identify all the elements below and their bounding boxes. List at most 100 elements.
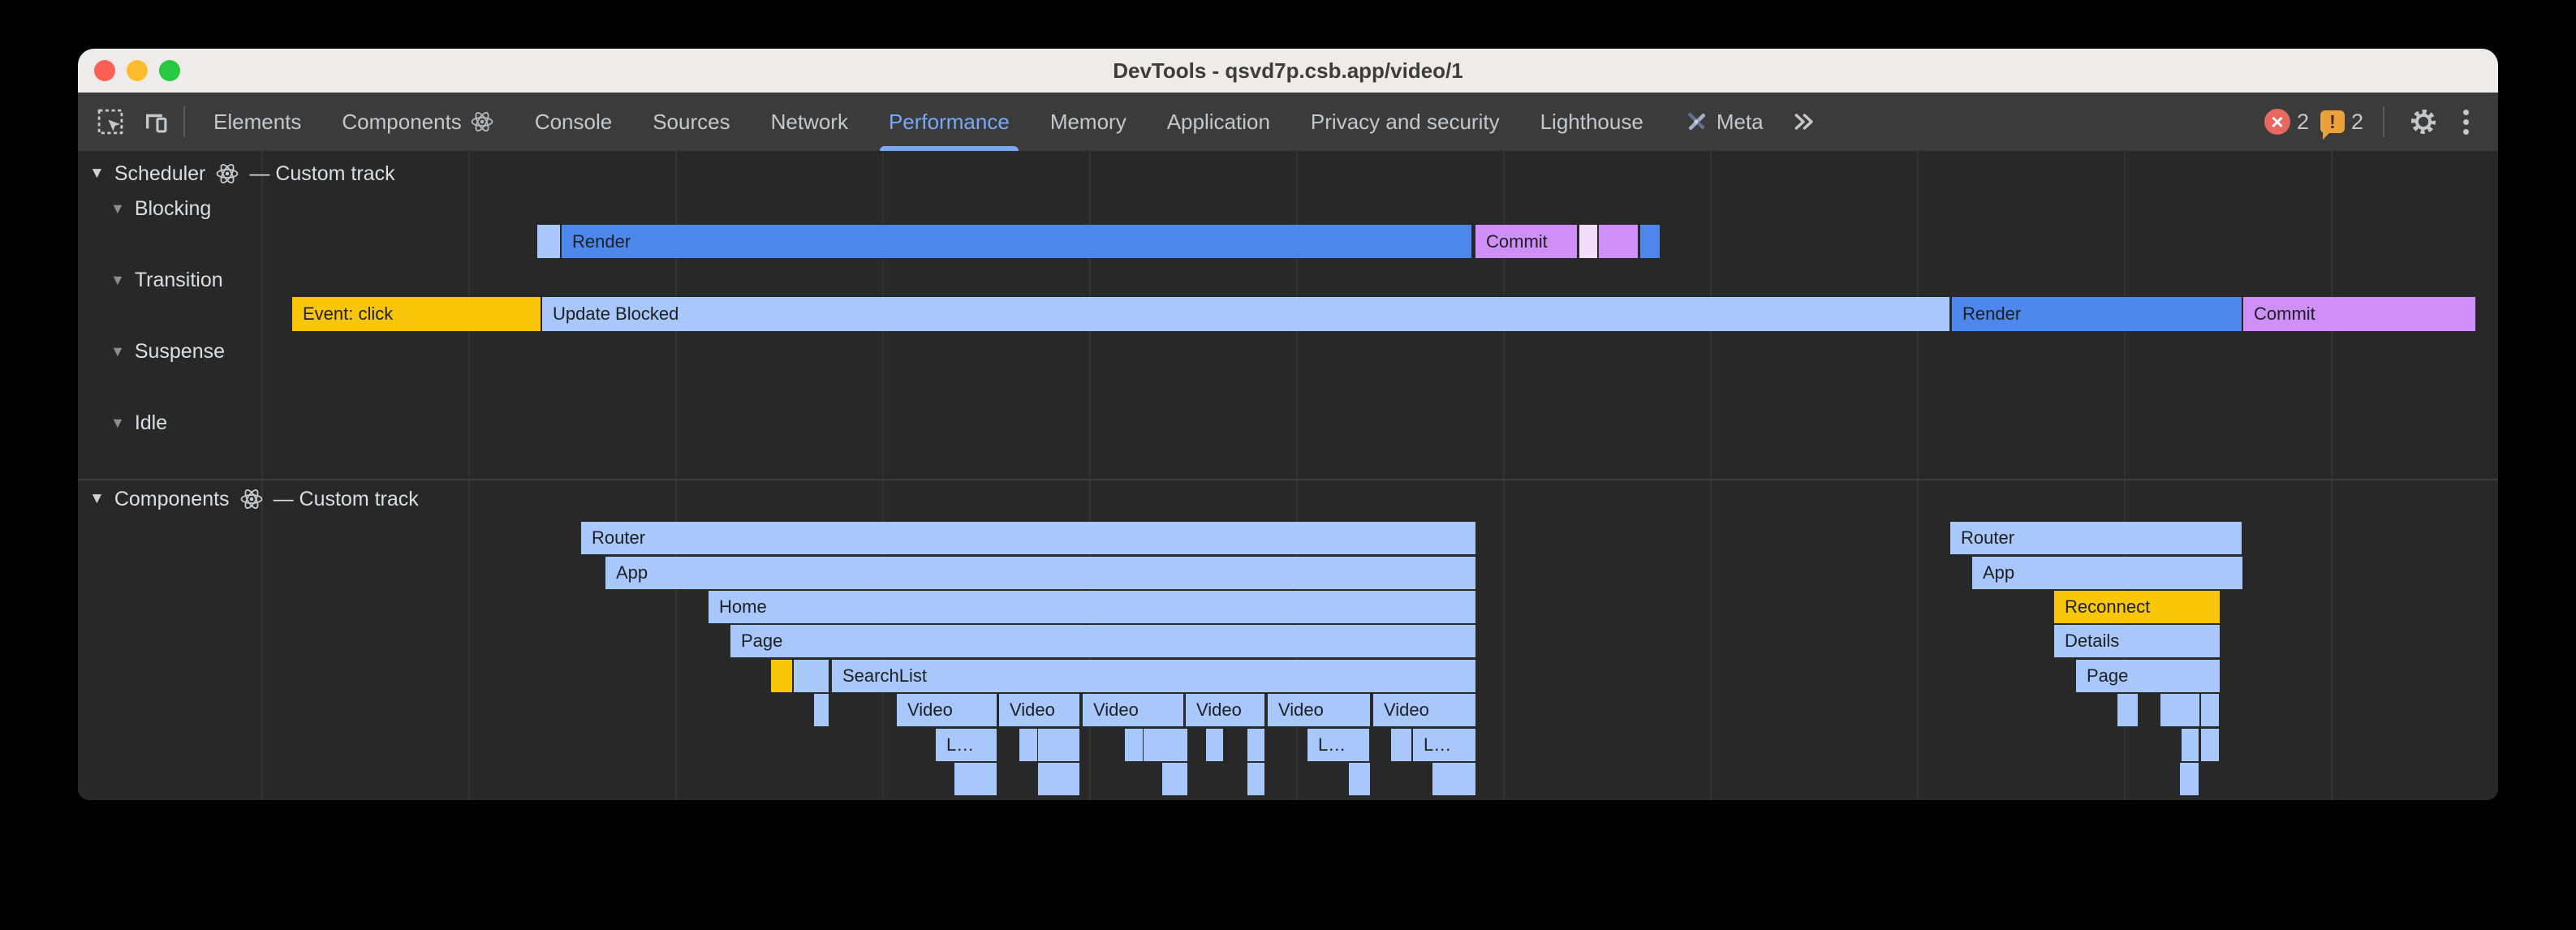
flame-bar-label: Page (730, 631, 782, 652)
inspect-element-button[interactable] (91, 102, 130, 141)
flame-bar-page[interactable]: Page (730, 625, 1475, 657)
track-row-idle[interactable]: ▼Idle (110, 407, 167, 439)
tab-label: Console (535, 110, 612, 135)
kebab-menu-icon (2463, 119, 2469, 125)
track-header-components[interactable]: ▼Components — Custom track (89, 483, 419, 515)
more-options-button[interactable] (2454, 102, 2477, 141)
flame-bar[interactable] (1247, 763, 1264, 795)
tab-performance[interactable]: Performance (868, 93, 1030, 151)
flame-bar-video[interactable]: Video (999, 694, 1079, 726)
settings-button[interactable] (2404, 102, 2443, 141)
flame-bar-commit[interactable]: Commit (2243, 297, 2475, 331)
flame-bar[interactable] (2160, 694, 2199, 726)
flame-bar-video[interactable]: Video (1268, 694, 1370, 726)
flame-bar[interactable] (2182, 729, 2199, 761)
flame-bar[interactable] (814, 694, 829, 726)
device-toolbar-icon (142, 108, 170, 136)
flame-bar-video[interactable]: Video (897, 694, 997, 726)
tools-icon (1684, 110, 1708, 134)
toolbar-separator (2383, 106, 2384, 137)
flame-bar-app[interactable]: App (1972, 557, 2242, 589)
row-label-text: Blocking (135, 197, 212, 221)
flame-bar[interactable] (1640, 225, 1660, 258)
flame-bar[interactable] (1038, 729, 1079, 761)
fullscreen-window-button[interactable] (159, 60, 180, 81)
flame-bar-home[interactable]: Home (709, 591, 1475, 623)
console-warnings-badge[interactable]: ! 2 (2320, 110, 2363, 135)
flame-bar-l[interactable]: L… (936, 729, 997, 761)
tab-lighthouse[interactable]: Lighthouse (1520, 93, 1664, 151)
flame-bar[interactable] (1599, 225, 1638, 258)
flame-bar-render[interactable]: Render (562, 225, 1471, 258)
tab-label: Sources (653, 110, 730, 135)
tab-privacy-and-security[interactable]: Privacy and security (1290, 93, 1520, 151)
flame-bar[interactable] (954, 763, 997, 795)
collapse-triangle-icon[interactable]: ▼ (110, 415, 125, 432)
flame-bar-commit[interactable]: Commit (1475, 225, 1577, 258)
performance-flame-chart: ▼Scheduler — Custom track▼Blocking▼Trans… (78, 151, 2498, 800)
flame-bar[interactable] (2180, 763, 2199, 795)
flame-bar-l[interactable]: L… (1413, 729, 1475, 761)
flame-bar-searchlist[interactable]: SearchList (832, 660, 1475, 692)
flame-bar-reconnect[interactable]: Reconnect (2054, 591, 2220, 623)
track-header-scheduler[interactable]: ▼Scheduler — Custom track (89, 157, 395, 190)
close-window-button[interactable] (94, 60, 115, 81)
tab-application[interactable]: Application (1147, 93, 1290, 151)
flame-bar[interactable] (1391, 729, 1411, 761)
console-errors-badge[interactable]: × 2 (2264, 109, 2309, 135)
flame-bar-event-click[interactable]: Event: click (292, 297, 541, 331)
flame-bar[interactable] (1125, 729, 1143, 761)
tab-meta[interactable]: Meta (1664, 93, 1784, 151)
flame-bar[interactable] (794, 660, 829, 692)
flame-bar[interactable] (771, 660, 792, 692)
track-row-suspense[interactable]: ▼Suspense (110, 335, 225, 368)
flame-bar-router[interactable]: Router (1950, 522, 2242, 554)
collapse-triangle-icon[interactable]: ▼ (110, 343, 125, 360)
flame-bar-label: Page (2076, 665, 2128, 687)
flame-bar[interactable] (1579, 225, 1597, 258)
collapse-triangle-icon[interactable]: ▼ (110, 272, 125, 289)
flame-bar-app[interactable]: App (605, 557, 1475, 589)
flame-bar[interactable] (537, 225, 560, 258)
flame-bar[interactable] (2201, 694, 2219, 726)
flame-bar[interactable] (2201, 729, 2219, 761)
flame-bar[interactable] (2117, 694, 2138, 726)
minimize-window-button[interactable] (127, 60, 148, 81)
flame-bar-label: App (1972, 562, 2014, 583)
flame-bar-details[interactable]: Details (2054, 625, 2220, 657)
flame-bar[interactable] (1038, 763, 1079, 795)
flame-bar[interactable] (1206, 729, 1223, 761)
flame-bar[interactable] (1432, 763, 1475, 795)
more-tabs-button[interactable] (1784, 102, 1823, 141)
tab-console[interactable]: Console (515, 93, 632, 151)
react-atom-icon (215, 161, 239, 186)
flame-bar[interactable] (1144, 729, 1187, 761)
flame-bar-l[interactable]: L… (1307, 729, 1369, 761)
flame-bar[interactable] (1349, 763, 1370, 795)
flame-bar-video[interactable]: Video (1083, 694, 1183, 726)
flame-bar[interactable] (1019, 729, 1037, 761)
collapse-triangle-icon[interactable]: ▼ (89, 490, 105, 508)
track-row-blocking[interactable]: ▼ Blocking (110, 192, 211, 225)
track-row-transition[interactable]: ▼Transition (110, 264, 223, 296)
tab-sources[interactable]: Sources (632, 93, 750, 151)
tab-components[interactable]: Components (321, 93, 514, 151)
device-toolbar-button[interactable] (136, 102, 175, 141)
tab-label: Application (1167, 110, 1270, 135)
error-count: 2 (2297, 110, 2309, 135)
flame-bar-render[interactable]: Render (1952, 297, 2242, 331)
flame-bar-video[interactable]: Video (1373, 694, 1475, 726)
flame-bar-router[interactable]: Router (581, 522, 1475, 554)
tab-network[interactable]: Network (751, 93, 868, 151)
collapse-triangle-icon[interactable]: ▼ (110, 200, 125, 217)
flame-bar-label: Video (1083, 700, 1139, 721)
flame-bar[interactable] (1247, 729, 1264, 761)
flame-bar[interactable] (1162, 763, 1187, 795)
window-title: DevTools - qsvd7p.csb.app/video/1 (1113, 58, 1463, 84)
collapse-triangle-icon[interactable]: ▼ (89, 165, 105, 183)
flame-bar-update-blocked[interactable]: Update Blocked (542, 297, 1949, 331)
flame-bar-page[interactable]: Page (2076, 660, 2220, 692)
flame-bar-video[interactable]: Video (1186, 694, 1264, 726)
tab-memory[interactable]: Memory (1030, 93, 1147, 151)
tab-elements[interactable]: Elements (193, 93, 321, 151)
